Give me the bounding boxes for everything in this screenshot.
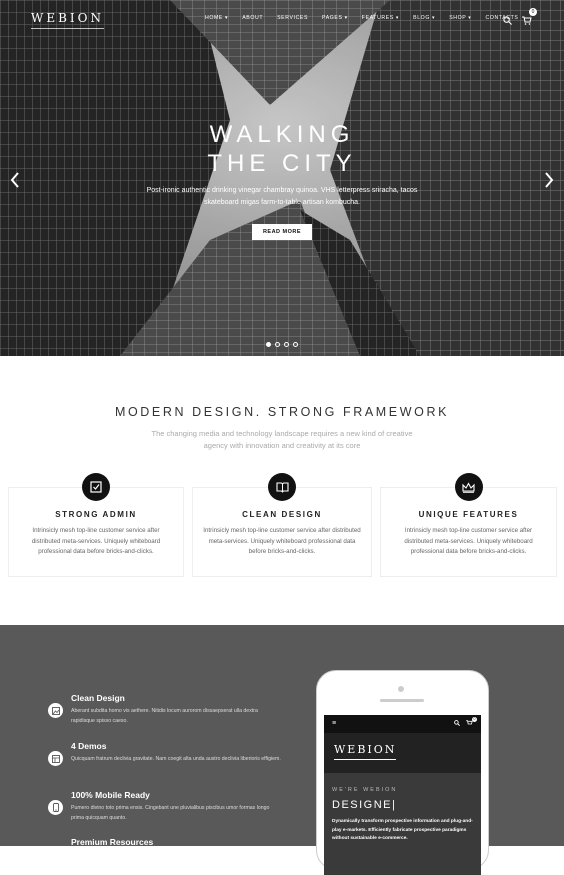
phone-screen: ≡ 0 WEBION WE'RE WEBION DESIGNE| Dynamic… <box>324 715 481 875</box>
checkbox-icon <box>82 473 110 501</box>
card-title: CLEAN DESIGN <box>242 510 322 519</box>
cart-icon[interactable]: 0 <box>466 717 477 728</box>
slider-pagination <box>266 342 298 347</box>
cart-icon[interactable]: 0 <box>522 8 537 30</box>
read-more-button[interactable]: READ MORE <box>252 224 312 240</box>
slider-dot-2[interactable] <box>275 342 280 347</box>
crown-icon <box>454 473 483 501</box>
prev-slide-arrow-icon[interactable] <box>10 172 20 191</box>
feature-text: Pumero divino toto prima ensis. Cingeban… <box>71 805 270 821</box>
feature-title: Clean Design <box>71 693 125 703</box>
hero-subtitle: Post-ironic authentic drinking vinegar c… <box>146 187 418 206</box>
card-title: STRONG ADMIN <box>55 510 137 519</box>
nav-item-about[interactable]: ABOUT <box>242 15 263 21</box>
feature-card-unique-features: UNIQUE FEATURES Intrinsicly mesh top-lin… <box>380 473 557 577</box>
nav-icons: 0 <box>503 8 537 30</box>
hero-title-line2: THE CITY <box>207 150 357 177</box>
slider-dot-3[interactable] <box>284 342 289 347</box>
phone-text: Dynamically transform prospective inform… <box>332 819 473 841</box>
feature-text: Aberant subdita homo vis aethere. Nitidi… <box>71 708 258 724</box>
nav-item-shop[interactable]: SHOP ▾ <box>449 15 471 21</box>
search-icon[interactable] <box>454 720 461 728</box>
phone-camera <box>398 686 404 692</box>
phone-headline: DESIGNE| <box>332 799 397 811</box>
mobile-icon <box>48 800 63 815</box>
feature-title: Premium Resources <box>71 837 154 846</box>
phone-we-are: WE'RE WEBION <box>332 787 398 793</box>
feature-card-strong-admin: STRONG ADMIN Intrinsicly mesh top-line c… <box>8 473 184 577</box>
intro-text: The changing media and technology landsc… <box>151 429 413 450</box>
slider-dot-4[interactable] <box>293 342 298 347</box>
image-icon <box>48 703 63 718</box>
nav-menu: HOME ▾ ABOUT SERVICES PAGES ▾ FEATURES ▾… <box>205 15 518 21</box>
cart-count-badge: 0 <box>529 8 537 16</box>
hero-title-line1: WALKING <box>209 121 355 148</box>
phone-logo[interactable]: WEBION <box>334 743 397 760</box>
hero-background-image <box>0 0 564 356</box>
feature-text: Quicquam fratrum declivia gravitate. Nam… <box>71 756 281 762</box>
nav-item-home[interactable]: HOME ▾ <box>205 15 228 21</box>
intro-heading: MODERN DESIGN. STRONG FRAMEWORK <box>114 405 450 419</box>
nav-item-services[interactable]: SERVICES <box>277 15 308 21</box>
card-text: Intrinsicly mesh top-line customer servi… <box>404 527 533 556</box>
slider-dot-1[interactable] <box>266 342 271 347</box>
next-slide-arrow-icon[interactable] <box>544 172 554 191</box>
feature-title: 4 Demos <box>71 741 107 751</box>
phone-nav-bar: ≡ 0 <box>324 715 481 733</box>
phone-nav-icons: 0 <box>454 717 477 728</box>
card-text: Intrinsicly mesh top-line customer servi… <box>31 527 161 556</box>
hamburger-menu-icon[interactable]: ≡ <box>332 720 336 727</box>
nav-item-pages[interactable]: PAGES ▾ <box>322 15 348 21</box>
layout-icon <box>48 751 63 766</box>
feature-title: 100% Mobile Ready <box>71 790 150 800</box>
nav-item-blog[interactable]: BLOG ▾ <box>413 15 435 21</box>
cart-count-badge: 0 <box>472 717 477 722</box>
phone-speaker <box>380 699 424 702</box>
hero-title: WALKING THE CITY <box>0 120 564 178</box>
phone-mockup: ≡ 0 WEBION WE'RE WEBION DESIGNE| Dynamic… <box>316 670 489 875</box>
book-icon <box>268 473 296 501</box>
card-title: UNIQUE FEATURES <box>418 510 519 519</box>
search-icon[interactable] <box>503 12 512 30</box>
main-navigation: WEBION HOME ▾ ABOUT SERVICES PAGES ▾ FEA… <box>0 0 564 38</box>
hero-slider: WEBION HOME ▾ ABOUT SERVICES PAGES ▾ FEA… <box>0 0 564 356</box>
site-logo[interactable]: WEBION <box>31 11 104 29</box>
feature-card-clean-design: CLEAN DESIGN Intrinsicly mesh top-line c… <box>192 473 372 577</box>
nav-item-features[interactable]: FEATURES ▾ <box>362 15 399 21</box>
card-text: Intrinsicly mesh top-line customer servi… <box>203 527 361 556</box>
